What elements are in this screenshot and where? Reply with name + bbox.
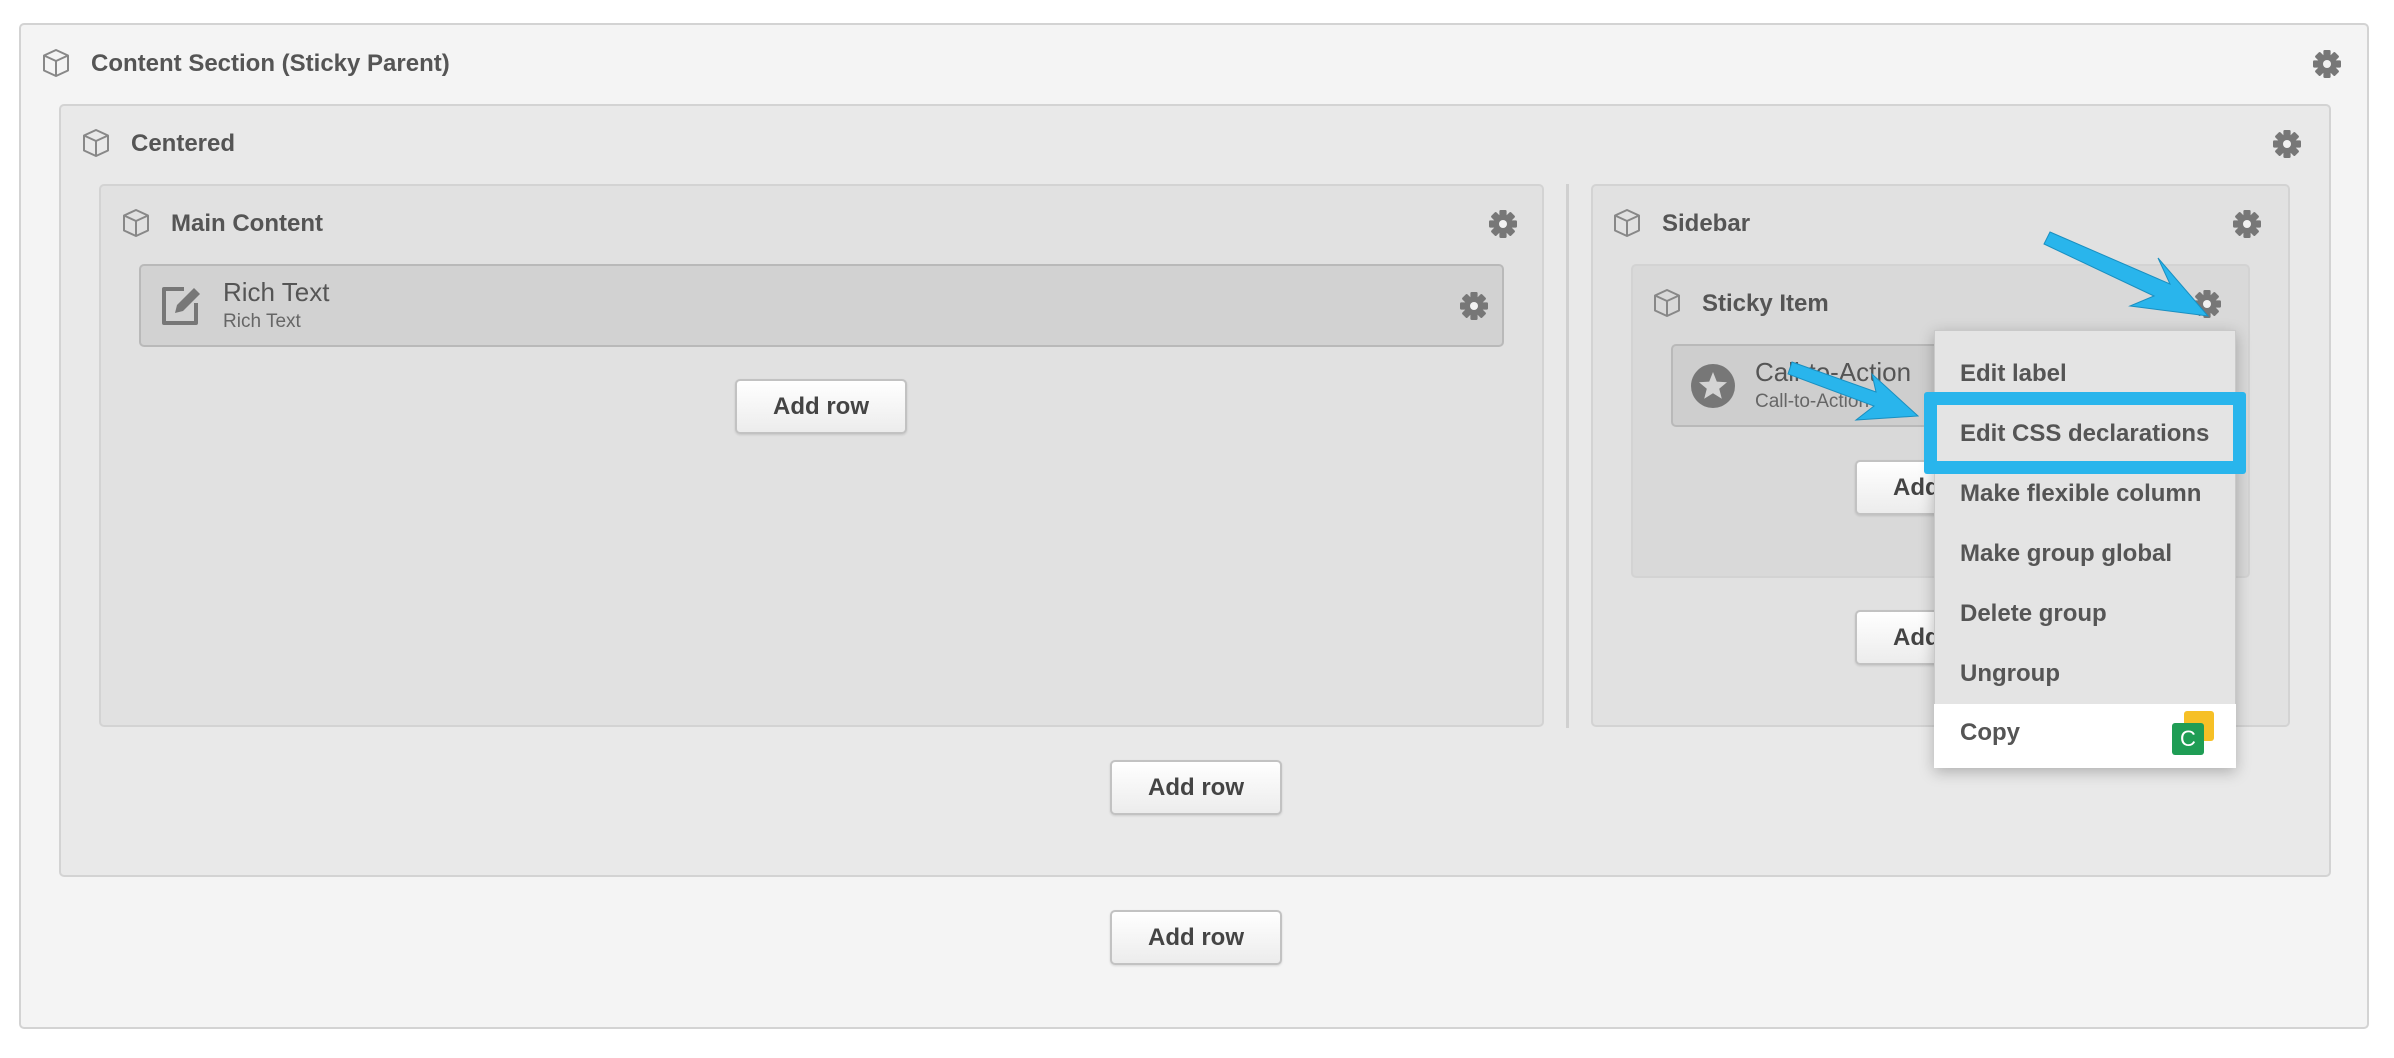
column-title: Main Content	[171, 210, 323, 237]
copy-badge-letter: C	[2172, 723, 2204, 755]
gear-icon[interactable]	[1457, 289, 1491, 323]
edit-icon	[162, 287, 200, 325]
gear-icon[interactable]	[2270, 127, 2304, 161]
module-subtitle: Rich Text	[223, 311, 301, 332]
add-row-button[interactable]: Add row	[1110, 910, 1282, 965]
module-rich-text[interactable]	[139, 264, 1504, 347]
column-title: Sidebar	[1662, 210, 1751, 237]
menu-item-make-group-global[interactable]: Make group global	[1960, 540, 2172, 568]
star-icon	[1691, 364, 1735, 408]
gear-icon[interactable]	[2230, 207, 2264, 241]
gear-icon[interactable]	[1486, 207, 1520, 241]
group-title: Sticky Item	[1702, 290, 1829, 317]
cube-icon	[1650, 286, 1684, 320]
copy-badge-icon: C	[2172, 711, 2216, 755]
menu-item-copy[interactable]: Copy	[1960, 719, 2020, 747]
cube-icon	[119, 206, 153, 240]
menu-item-make-flexible-column[interactable]: Make flexible column	[1960, 480, 2201, 508]
section-title: Content Section (Sticky Parent)	[91, 50, 450, 77]
menu-item-edit-css-declarations[interactable]: Edit CSS declarations	[1960, 420, 2209, 448]
module-title: Rich Text	[223, 277, 330, 307]
menu-item-ungroup[interactable]: Ungroup	[1960, 660, 2060, 688]
group-title: Centered	[131, 130, 236, 157]
cube-icon	[39, 46, 73, 80]
arrow-annotation	[1787, 361, 1920, 421]
add-row-button[interactable]: Add row	[735, 379, 907, 434]
arrow-annotation	[2043, 231, 2210, 317]
add-row-button[interactable]: Add row	[1110, 760, 1282, 815]
cube-icon	[1610, 206, 1644, 240]
menu-item-delete-group[interactable]: Delete group	[1960, 600, 2107, 628]
cube-icon	[79, 126, 113, 160]
column-divider[interactable]	[1566, 184, 1569, 728]
gear-icon[interactable]	[2310, 47, 2344, 81]
menu-item-edit-label[interactable]: Edit label	[1960, 360, 2067, 388]
